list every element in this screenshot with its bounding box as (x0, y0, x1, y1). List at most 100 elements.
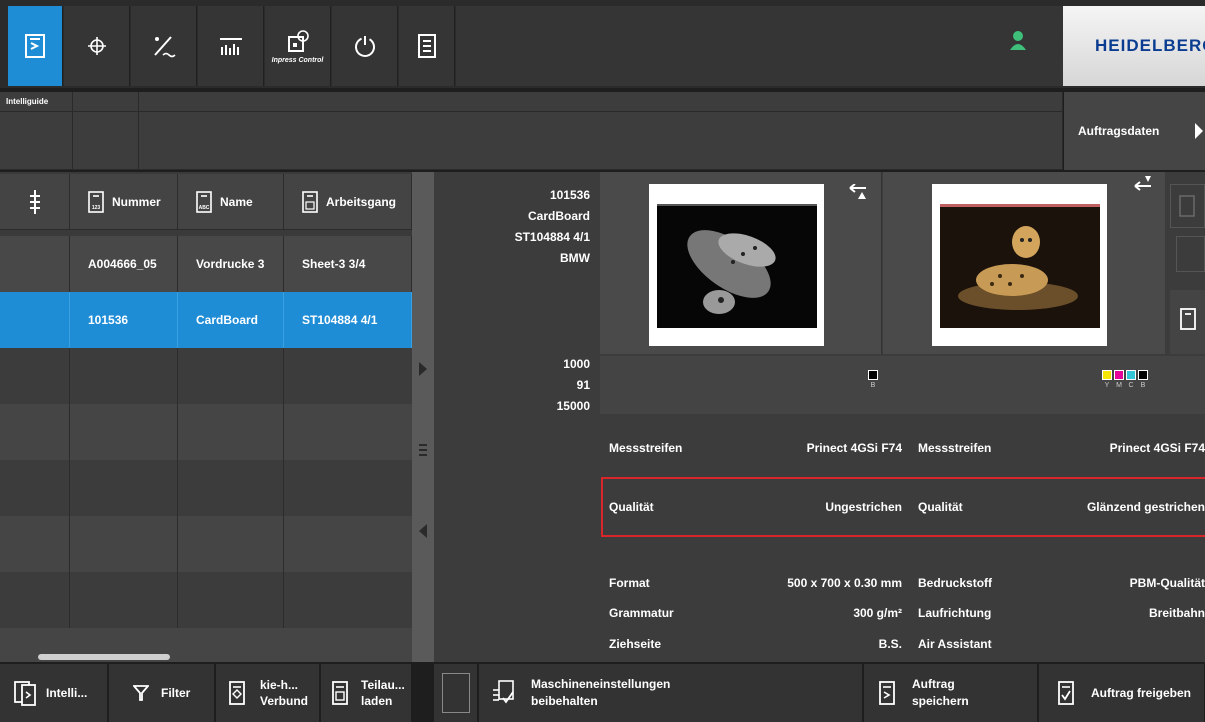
kie-verbund-button[interactable]: kie-h... Verbund (216, 664, 320, 722)
svg-text:123: 123 (92, 205, 101, 211)
sort-column-button[interactable] (0, 174, 70, 230)
horizontal-scrollbar[interactable] (38, 654, 170, 660)
job-list-button[interactable] (399, 6, 455, 86)
cell-name: CardBoard (178, 292, 284, 348)
expand-right-icon[interactable] (419, 362, 427, 376)
bedruckstoff-value: PBM-Qualität (1129, 576, 1205, 590)
teilauftrag-laden-button[interactable]: Teilau... laden (321, 664, 412, 722)
row-selector[interactable] (0, 292, 70, 348)
ink-zones-button[interactable] (198, 6, 264, 86)
sheet-icon (1180, 308, 1196, 330)
intelliguide-slot-2[interactable] (73, 112, 139, 170)
save-job-button[interactable]: Auftrag speichern (864, 664, 1038, 722)
number-field-icon: 123 (88, 190, 104, 213)
column-header-name[interactable]: ABC Name (178, 174, 284, 230)
brand-logo: HEIDELBERG (1063, 6, 1205, 86)
intelli-button[interactable]: Intelli... (0, 664, 108, 722)
ink-swatch-black (868, 370, 878, 380)
back-qualitaet-label: Qualität (918, 500, 963, 514)
table-row-empty (0, 516, 412, 572)
ink-swatch-black-back (1138, 370, 1148, 380)
ziehseite-label: Ziehseite (609, 637, 662, 651)
intelliguide-slot-3 (139, 112, 1063, 170)
inpress-control-button[interactable]: Inpress Control (265, 6, 331, 86)
measure-icon (153, 36, 176, 58)
save-job-icon (879, 681, 895, 705)
collapse-left-icon[interactable] (419, 524, 427, 538)
table-row-empty (0, 348, 412, 404)
ink-label-black-back: B (1140, 382, 1146, 389)
preview-side-tools (1166, 172, 1205, 354)
laufrichtung-value: Breitbahn (1148, 606, 1205, 620)
intelliguide-step-2[interactable] (73, 92, 139, 112)
front-preview-card[interactable] (600, 172, 882, 354)
machine-settings-icon (493, 680, 514, 704)
register-button[interactable] (64, 6, 130, 86)
bedruckstoff-label: Bedruckstoff (918, 576, 993, 590)
job-list-icon (417, 34, 436, 58)
table-row-empty (0, 460, 412, 516)
job-data-button[interactable]: Auftragsdaten (1064, 92, 1205, 170)
keep-settings-line2: beibehalten (531, 694, 598, 708)
drag-handle-icon[interactable] (419, 444, 427, 458)
format-value: 500 x 700 x 0.30 mm (787, 576, 902, 590)
user-icon[interactable] (1010, 30, 1026, 53)
cell-arbeitsgang: Sheet-3 3/4 (284, 236, 412, 292)
release-job-icon (1058, 681, 1074, 705)
panel-splitter[interactable] (412, 172, 434, 662)
keep-machine-settings-button[interactable]: Maschineneinstellungen beibehalten (479, 664, 863, 722)
front-inks: B (868, 370, 878, 389)
intelliguide-icon (14, 681, 36, 706)
table-row-empty (0, 572, 412, 628)
back-qualitaet-value: Glänzend gestrichen (1086, 500, 1205, 514)
side-tool-3[interactable] (1170, 290, 1205, 354)
front-sheet-preview (649, 184, 824, 346)
verbund-icon (229, 681, 245, 705)
column-header-arbeitsgang[interactable]: Arbeitsgang (284, 174, 412, 230)
power-timer-button[interactable] (332, 6, 398, 86)
job-tab-icon (25, 34, 45, 58)
sort-order-icon (29, 189, 40, 214)
measure-button[interactable] (131, 6, 197, 86)
empty-checkbox-button[interactable] (434, 664, 478, 722)
cell-nummer: 101536 (70, 292, 178, 348)
release-job-button[interactable]: Auftrag freigeben (1039, 664, 1205, 722)
teilauftrag-line1: Teilau... (361, 678, 405, 692)
release-job-label: Auftrag freigeben (1091, 686, 1192, 700)
table-row[interactable]: A004666_05 Vordrucke 3 Sheet-3 3/4 (0, 236, 412, 292)
ink-swatch-yellow (1102, 370, 1112, 380)
row-selector[interactable] (0, 236, 70, 292)
column-label-arbeitsgang: Arbeitsgang (326, 194, 397, 209)
ink-strip: B Y M C B (600, 356, 1205, 414)
side-tool-disabled-2[interactable] (1176, 236, 1205, 272)
back-preview-card[interactable] (883, 172, 1165, 354)
side-tool-disabled-1[interactable] (1170, 184, 1205, 228)
intelliguide-tab[interactable]: Intelliguide (0, 92, 73, 112)
back-inks: Y M C B (1102, 370, 1148, 389)
text-field-icon: ABC (196, 190, 212, 213)
checkbox-frame[interactable] (441, 673, 470, 713)
grammatur-value: 300 g/m² (853, 606, 902, 620)
front-qualitaet-value: Ungestrichen (825, 500, 902, 514)
table-row-selected[interactable]: 101536 CardBoard ST104884 4/1 (0, 292, 412, 348)
turn-front-icon[interactable] (848, 184, 870, 200)
back-messstreifen-value: Prinect 4GSi F74 (1109, 441, 1205, 455)
cell-nummer: A004666_05 (70, 236, 178, 292)
teilauftrag-line2: laden (361, 694, 393, 708)
format-label: Format (609, 576, 650, 590)
intelliguide-slot-1[interactable] (0, 112, 73, 170)
toolbar-spacer (456, 6, 1063, 86)
load-subjob-icon (332, 681, 348, 705)
filter-button[interactable]: Filter (109, 664, 215, 722)
job-tab-button[interactable] (8, 6, 63, 86)
column-header-nummer[interactable]: 123 Nummer (70, 174, 178, 230)
brand-name: HEIDELBERG (1095, 36, 1205, 55)
job-counts: 1000 91 15000 (436, 354, 590, 417)
svg-text:ABC: ABC (199, 205, 210, 211)
front-qualitaet-label: Qualität (609, 500, 654, 514)
chevron-right-icon (1195, 123, 1203, 139)
power-timer-icon (354, 36, 375, 57)
turn-back-icon[interactable] (1131, 176, 1153, 192)
ink-label-yellow: Y (1104, 382, 1110, 389)
save-job-line1: Auftrag (912, 677, 955, 691)
